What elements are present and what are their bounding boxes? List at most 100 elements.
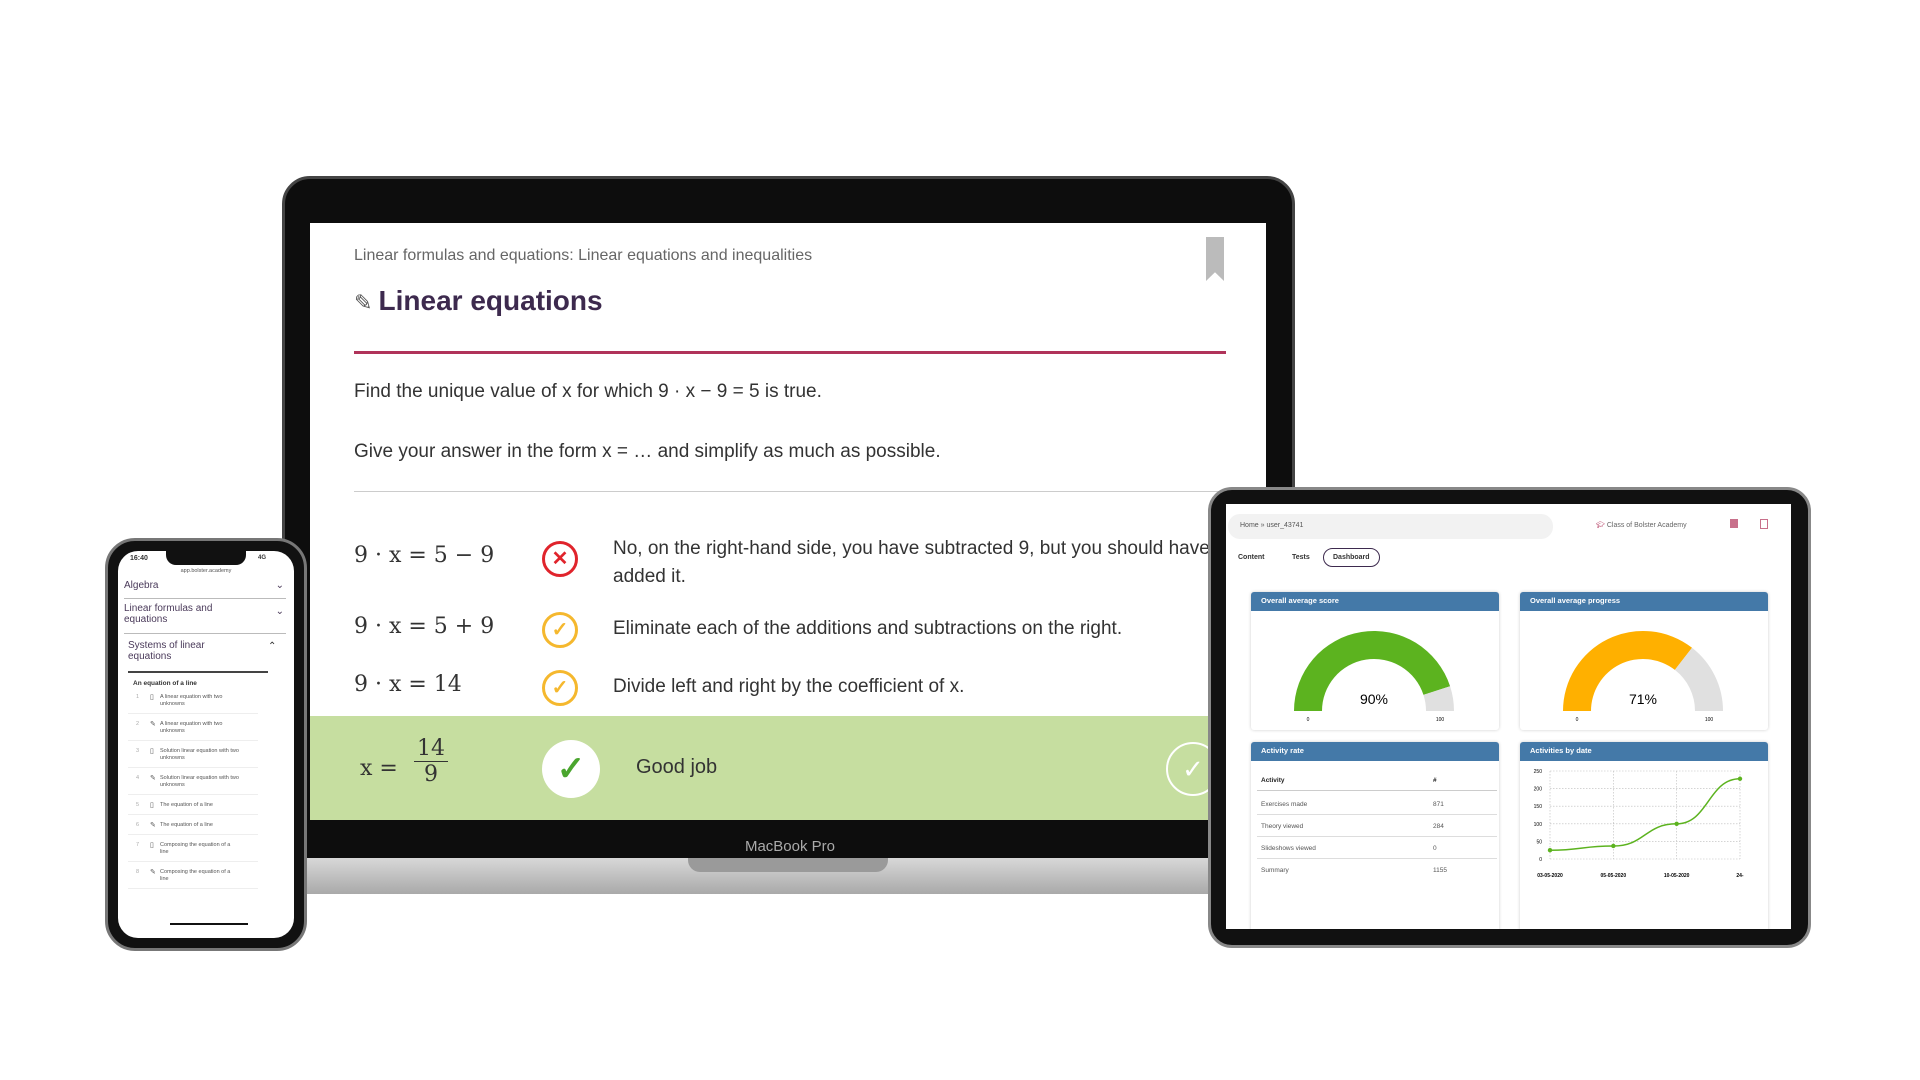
card-title: Activities by date <box>1520 742 1768 761</box>
document-icon: ▯ <box>150 748 154 755</box>
activity-name: Theory viewed <box>1261 823 1304 830</box>
y-tick-label: 200 <box>1534 787 1543 793</box>
item-number: 3 <box>136 748 140 754</box>
accordion-label: Algebra <box>124 580 159 591</box>
x-tick-label: 10-05-2020 <box>1664 873 1690 879</box>
tab-content[interactable]: Content <box>1238 554 1264 561</box>
y-tick-label: 50 <box>1536 839 1542 845</box>
tab-tests[interactable]: Tests <box>1292 554 1310 561</box>
book-icon[interactable] <box>1760 519 1768 529</box>
table-row: Theory viewed 284 <box>1257 816 1497 837</box>
gauge-value: 90% <box>1360 691 1388 707</box>
gauge-min: 0 <box>1576 717 1579 723</box>
check-icon: ✓ <box>542 612 578 648</box>
lesson-item[interactable]: 2 ✎ A linear equation with two unknowns <box>128 718 258 741</box>
success-check-icon: ✓ <box>542 740 600 798</box>
numerator: 14 <box>414 736 448 762</box>
phone-screen: 16:40 4G app.bolster.academy Algebra ⌄ Li… <box>118 551 294 938</box>
pencil-icon: ✎ <box>354 290 379 315</box>
card-title: Activity rate <box>1251 742 1499 761</box>
gauge-max: 100 <box>1705 717 1714 723</box>
activity-count: 0 <box>1433 845 1437 852</box>
data-point[interactable] <box>1547 848 1553 853</box>
accordion-label: Linear formulas and equations <box>124 603 213 625</box>
x-tick-label: 05-05-2020 <box>1601 873 1627 879</box>
bookmark-icon[interactable] <box>1206 237 1224 281</box>
activity-count: 1155 <box>1433 867 1447 874</box>
question-text: Find the unique value of x for which 9 ·… <box>354 381 822 402</box>
step-equation: 9 · x = 14 <box>354 672 462 697</box>
pencil-icon: ✎ <box>150 822 156 829</box>
pencil-icon: ✎ <box>150 775 156 782</box>
accordion-linear-formulas[interactable]: Linear formulas and equations ⌄ <box>124 600 286 634</box>
item-label: Composing the equation of a line <box>160 869 231 882</box>
result-message: Good job <box>636 756 718 778</box>
document-icon: ▯ <box>150 694 154 701</box>
activity-name: Exercises made <box>1261 801 1308 808</box>
item-label: The equation of a line <box>160 802 213 808</box>
series-line <box>1549 777 1741 851</box>
lesson-item[interactable]: 4 ✎ Solution linear equation with two unkn… <box>128 772 258 795</box>
accordion-systems[interactable]: Systems of linear equations <box>128 637 268 673</box>
y-tick-label: 150 <box>1534 804 1543 810</box>
url-bar[interactable]: app.bolster.academy <box>118 568 294 574</box>
chevron-up-icon[interactable]: ⌃ <box>268 641 276 652</box>
calendar-icon[interactable] <box>1730 519 1738 528</box>
item-number: 2 <box>136 721 140 727</box>
item-label: Solution linear equation with two unknow… <box>160 748 239 761</box>
step-equation: 9 · x = 5 + 9 <box>354 614 495 639</box>
tab-dashboard[interactable]: Dashboard <box>1323 548 1380 567</box>
accordion-algebra[interactable]: Algebra ⌄ <box>124 577 286 599</box>
step-equation: 9 · x = 5 − 9 <box>354 543 495 568</box>
lesson-item[interactable]: 5 ▯ The equation of a line <box>128 799 258 815</box>
item-label: A linear equation with two unknowns <box>160 721 223 734</box>
activities-line-chart: 0 50 100 150 200 250 03-05-2020 05-05-2020 10-05… <box>1534 769 1744 879</box>
status-signal: 4G <box>258 555 267 561</box>
laptop-screen: Linear formulas and equations: Linear eq… <box>310 223 1266 820</box>
result-lhs: x = <box>360 756 398 781</box>
gauge-value: 71% <box>1629 691 1657 707</box>
pencil-icon: ✎ <box>150 721 156 728</box>
step-feedback: No, on the right-hand side, you have sub… <box>613 538 1210 587</box>
answer-instruction: Give your answer in the form x = … and s… <box>354 441 941 462</box>
y-tick-label: 0 <box>1539 857 1542 863</box>
item-number: 4 <box>136 775 140 781</box>
document-icon: ▯ <box>150 802 154 809</box>
progress-gauge: 71% 0 100 <box>1563 631 1723 723</box>
score-gauge: 90% 0 100 <box>1294 631 1454 723</box>
tablet-screen: Home » user_43741 🎓︎ Class of Bolster Ac… <box>1226 504 1791 929</box>
data-point[interactable] <box>1611 843 1616 849</box>
section-title: An equation of a line <box>133 680 197 687</box>
lesson-item[interactable]: 1 ▯ A linear equation with two unknowns <box>128 691 258 714</box>
laptop-brand-label: MacBook Pro <box>744 838 836 855</box>
chevron-down-icon: ⌄ <box>275 606 284 617</box>
lesson-item[interactable]: 3 ▯ Solution linear equation with two unkn… <box>128 745 258 768</box>
activity-name: Summary <box>1261 867 1289 874</box>
table-row: Slideshows viewed 0 <box>1257 838 1497 859</box>
item-number: 8 <box>136 869 140 875</box>
data-point[interactable] <box>1737 776 1743 781</box>
item-number: 1 <box>136 694 140 700</box>
x-tick-label: 24- <box>1736 873 1744 879</box>
breadcrumb[interactable]: Home » user_43741 <box>1228 514 1553 539</box>
lesson-item[interactable]: 8 ✎ Composing the equation of a line <box>128 866 258 889</box>
class-label: Class of Bolster Academy <box>1606 522 1687 529</box>
breadcrumb[interactable]: Linear formulas and equations: Linear eq… <box>354 247 812 265</box>
data-point[interactable] <box>1674 821 1679 826</box>
activity-count: 871 <box>1433 801 1444 808</box>
title-text: Linear equations <box>378 285 603 316</box>
table-header: Activity # <box>1257 770 1497 791</box>
lesson-item[interactable]: 6 ✎ The equation of a line <box>128 819 258 835</box>
table-row: Summary 1155 <box>1257 860 1497 881</box>
lesson-item[interactable]: 7 ▯ Composing the equation of a line <box>128 839 258 862</box>
result-banner: x = 14 9 ✓ Good job ✓ <box>310 716 1266 820</box>
title-divider <box>354 351 1226 354</box>
gauge-max: 100 <box>1436 717 1445 723</box>
gauge-min: 0 <box>1307 717 1310 723</box>
result-fraction: 14 9 <box>414 736 448 787</box>
column-header: # <box>1433 777 1437 784</box>
class-selector[interactable]: 🎓︎ Class of Bolster Academy <box>1596 521 1687 529</box>
score-card: Overall average score 90% 0 100 <box>1251 592 1499 730</box>
card-title: Overall average score <box>1251 592 1499 611</box>
item-number: 7 <box>136 842 140 848</box>
